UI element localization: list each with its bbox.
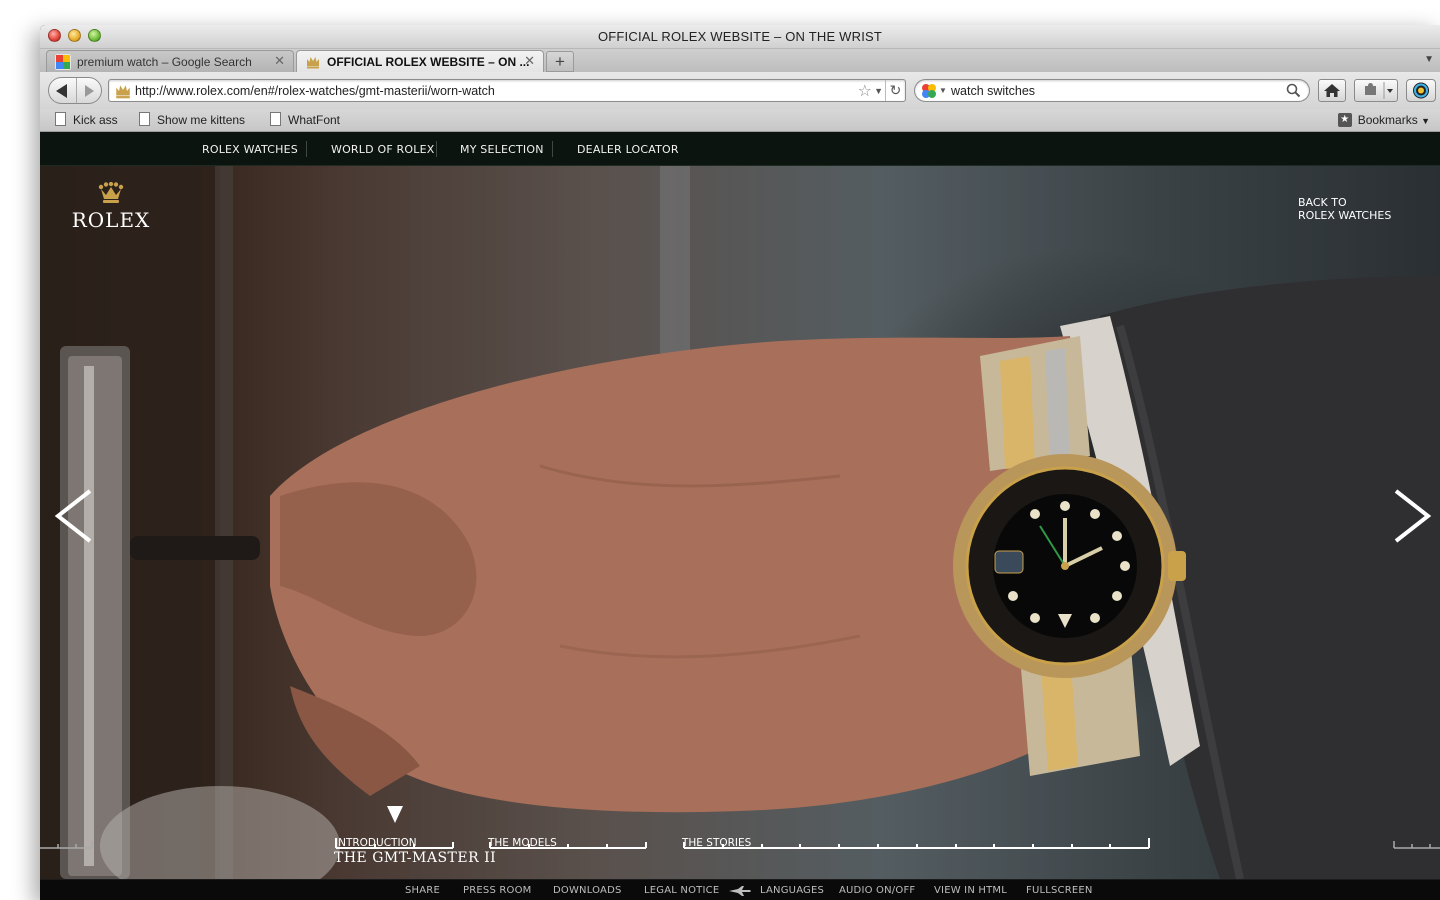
chapter-title: THE GMT-MASTER II <box>334 850 497 866</box>
airplane-icon <box>729 886 751 896</box>
footer-view-in-html[interactable]: VIEW IN HTML <box>934 885 1007 896</box>
site-footer: SHARE PRESS ROOM DOWNLOADS LEGAL NOTICE … <box>40 879 1440 900</box>
nav-divider <box>306 141 307 157</box>
footer-languages[interactable]: LANGUAGES <box>760 885 824 896</box>
bookmark-item[interactable]: Kick ass <box>52 112 118 127</box>
close-tab-icon[interactable]: ✕ <box>274 53 285 69</box>
section-the-models[interactable]: THE MODELS <box>488 837 557 849</box>
rolex-crown-icon <box>116 85 130 99</box>
previous-arrow-icon[interactable] <box>52 488 96 544</box>
rolex-site: ROLEX WATCHES WORLD OF ROLEX MY SELECTIO… <box>40 132 1440 900</box>
bookmark-label: Show me kittens <box>157 113 246 127</box>
bookmarks-menu-button[interactable]: ★ Bookmarks ▼ <box>1337 113 1430 127</box>
forward-button[interactable] <box>77 78 102 103</box>
bookmark-item[interactable]: Show me kittens <box>136 112 246 127</box>
nav-divider <box>552 141 553 157</box>
next-arrow-icon[interactable] <box>1390 488 1434 544</box>
wrist-watch-photo <box>40 166 1440 879</box>
navigation-toolbar: http://www.rolex.com/en#/rolex-watches/g… <box>40 72 1440 109</box>
nav-world-of-rolex[interactable]: WORLD OF ROLEX <box>331 143 434 156</box>
google-icon <box>55 54 71 70</box>
section-the-stories[interactable]: THE STORIES <box>682 837 751 849</box>
nav-divider <box>436 141 437 157</box>
footer-press-room[interactable]: PRESS ROOM <box>463 885 532 896</box>
search-bar[interactable]: ▼ watch switches <box>914 79 1310 102</box>
current-position-marker[interactable] <box>387 806 403 823</box>
reload-icon[interactable]: ↻ <box>885 80 905 101</box>
bookmark-item[interactable]: WhatFont <box>267 112 341 127</box>
bookmarks-bar: Kick ass Show me kittens WhatFont ★ Book… <box>40 109 1440 132</box>
rolex-logo[interactable]: ROLEX <box>68 182 154 232</box>
engine-dropdown-icon[interactable]: ▼ <box>939 86 947 95</box>
back-button[interactable] <box>49 78 77 103</box>
window-title: OFFICIAL ROLEX WEBSITE – ON THE WRIST <box>597 29 883 44</box>
tab-label: premium watch – Google Search <box>77 54 252 69</box>
page-icon <box>139 112 150 126</box>
home-icon <box>1324 84 1340 97</box>
nav-dealer-locator[interactable]: DEALER LOCATOR <box>577 143 679 156</box>
footer-share[interactable]: SHARE <box>405 885 440 896</box>
footer-legal-notice[interactable]: LEGAL NOTICE <box>644 885 719 896</box>
history-dropdown-icon[interactable]: ▼ <box>874 86 883 96</box>
nav-rolex-watches[interactable]: ROLEX WATCHES <box>202 143 298 156</box>
colorful-circle-icon <box>1413 82 1429 99</box>
back-forward-group <box>48 77 102 104</box>
footer-audio-toggle[interactable]: AUDIO ON/OFF <box>839 885 915 896</box>
bookmarks-menu-label: Bookmarks <box>1357 113 1418 127</box>
tab-bar: premium watch – Google Search ✕ OFFICIAL… <box>40 49 1440 72</box>
tab-google-search[interactable]: premium watch – Google Search ✕ <box>46 50 294 72</box>
back-link-line2: ROLEX WATCHES <box>1298 209 1392 222</box>
search-icon[interactable] <box>1286 83 1301 98</box>
site-top-nav: ROLEX WATCHES WORLD OF ROLEX MY SELECTIO… <box>40 132 1440 166</box>
bookmark-label: Kick ass <box>73 113 118 127</box>
tab-label: OFFICIAL ROLEX WEBSITE – ON ... <box>327 54 530 69</box>
back-link-line1: BACK TO <box>1298 196 1347 209</box>
url-text[interactable]: http://www.rolex.com/en#/rolex-watches/g… <box>135 84 495 98</box>
tab-list-icon[interactable]: ▼ <box>1424 54 1434 65</box>
url-bar[interactable]: http://www.rolex.com/en#/rolex-watches/g… <box>108 79 906 102</box>
footer-downloads[interactable]: DOWNLOADS <box>553 885 622 896</box>
extension-button[interactable] <box>1354 79 1398 102</box>
footer-fullscreen[interactable]: FULLSCREEN <box>1026 885 1093 896</box>
chapter-timeline: INTRODUCTION THE MODELS THE STORIES THE … <box>40 776 1440 879</box>
title-bar: OFFICIAL ROLEX WEBSITE – ON THE WRIST <box>40 25 1440 49</box>
page-icon <box>55 112 66 126</box>
browser-window: OFFICIAL ROLEX WEBSITE – ON THE WRIST pr… <box>40 25 1440 900</box>
home-button[interactable] <box>1318 79 1346 102</box>
back-to-rolex-watches-link[interactable]: BACK TO ROLEX WATCHES <box>1298 196 1391 222</box>
google-icon[interactable] <box>921 83 937 99</box>
addon-button[interactable] <box>1406 79 1436 102</box>
bookmark-label: WhatFont <box>288 113 341 127</box>
search-input[interactable]: watch switches <box>951 84 1035 98</box>
bookmark-star-icon[interactable]: ☆ <box>858 81 872 101</box>
hero-image: ROLEX BACK TO ROLEX WATCHES INTRODUCTION… <box>40 166 1440 879</box>
page-icon <box>270 112 281 126</box>
new-tab-button[interactable]: + <box>546 51 574 72</box>
close-tab-icon[interactable]: ✕ <box>524 53 535 69</box>
chevron-down-icon: ▼ <box>1421 116 1430 126</box>
crown-icon <box>98 182 124 203</box>
bookmarks-star-icon: ★ <box>1337 113 1352 127</box>
rolex-crown-icon <box>307 57 319 69</box>
puzzle-icon <box>1365 82 1393 99</box>
tab-rolex[interactable]: OFFICIAL ROLEX WEBSITE – ON ... ✕ <box>296 50 544 72</box>
nav-my-selection[interactable]: MY SELECTION <box>460 143 544 156</box>
brand-name: ROLEX <box>71 208 151 232</box>
section-introduction[interactable]: INTRODUCTION <box>335 837 417 849</box>
